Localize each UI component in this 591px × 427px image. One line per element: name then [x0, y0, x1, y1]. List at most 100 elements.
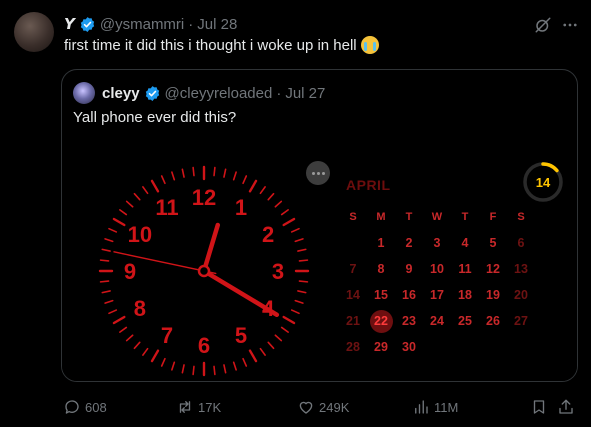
grok-icon[interactable]	[534, 16, 552, 34]
calendar-day: 17	[430, 288, 444, 302]
clock-tick	[112, 217, 126, 227]
clock-number: 5	[235, 323, 247, 348]
clock-tick	[242, 175, 248, 185]
post-date[interactable]: Jul 28	[197, 16, 237, 33]
calendar-month: APRIL	[346, 177, 391, 193]
hour-hand	[201, 268, 280, 318]
calendar-day-today: 22	[367, 308, 395, 334]
calendar-day: 3	[433, 236, 441, 250]
calendar-empty	[479, 334, 507, 360]
clock-tick	[108, 227, 118, 233]
clock-tick	[101, 248, 111, 252]
heart-icon	[299, 401, 313, 414]
clock-tick	[213, 365, 216, 376]
calendar-day: 15	[374, 288, 388, 302]
widget-options-icon	[306, 161, 330, 185]
bookmark-icon	[533, 400, 545, 414]
calendar-day: 5	[489, 236, 497, 250]
clock-tick	[181, 168, 185, 178]
clock-tick	[282, 315, 296, 325]
calendar-day: 6	[517, 236, 525, 250]
clock-tick	[259, 186, 266, 195]
clock-tick	[99, 259, 110, 262]
quoted-tweet[interactable]: cleyy @cleyyreloaded · Jul 27 Yall phone…	[61, 69, 578, 382]
tweet-text-content: first time it did this i thought i woke …	[64, 36, 357, 54]
separator-dot: ·	[188, 15, 194, 33]
repost-icon	[179, 401, 191, 413]
clock-number: 7	[161, 323, 173, 348]
calendar-day: 14	[346, 288, 360, 302]
clock-tick	[290, 309, 300, 315]
quoted-avatar[interactable]	[73, 82, 95, 104]
quoted-display-name[interactable]: cleyy	[102, 85, 140, 102]
clock-tick	[104, 238, 114, 243]
clock-tick	[171, 361, 176, 371]
calendar-day: 8	[377, 262, 385, 276]
calendar-day: 1	[377, 236, 385, 250]
clock-tick	[160, 357, 166, 367]
reply-icon	[65, 400, 79, 414]
views-button[interactable]: 11M	[412, 395, 458, 419]
calendar-day: 20	[514, 288, 528, 302]
clock-number: 11	[155, 195, 178, 220]
calendar-day: 2	[405, 236, 413, 250]
display-name[interactable]: ꓬ	[64, 15, 75, 33]
clock-center	[197, 264, 211, 278]
clock-tick	[150, 349, 160, 363]
clock-tick	[294, 238, 304, 243]
analog-clock: 121234567891011	[98, 165, 310, 377]
clock-tick	[213, 166, 216, 177]
share-icon	[559, 399, 573, 414]
clock-tick	[298, 259, 309, 262]
media-image[interactable]: 121234567891011 APRIL SMTWTFS12345678910…	[62, 158, 577, 381]
calendar-empty	[339, 230, 367, 256]
like-count: 249K	[319, 399, 350, 415]
clock-tick	[101, 290, 111, 294]
clock-number: 10	[128, 222, 152, 247]
calendar-day: 23	[402, 314, 416, 328]
calendar-weekday: T	[405, 211, 413, 223]
more-options-icon[interactable]	[561, 16, 579, 34]
calendar-day: 29	[374, 340, 388, 354]
clock-tick	[171, 171, 176, 181]
calendar-day: 25	[458, 314, 472, 328]
clock-number: 1	[235, 195, 247, 220]
like-button[interactable]: 249K	[297, 395, 349, 419]
handle[interactable]: @ysmammri	[100, 16, 184, 33]
quoted-handle[interactable]: @cleyyreloaded	[165, 85, 273, 102]
calendar-grid: S M T W T F S 1 2 3 4 5 6 7 8 9 10 11 12 13 14 15 16 17 18 19 20 21…	[339, 204, 535, 360]
clock-tick	[294, 299, 304, 304]
calendar-day: 24	[430, 314, 444, 328]
calendar-day: 11	[458, 262, 472, 276]
clock-tick	[297, 290, 307, 294]
calendar-day: 30	[402, 340, 416, 354]
clock-tick	[282, 217, 296, 227]
calendar-day: 9	[405, 262, 413, 276]
repost-button[interactable]: 17K	[176, 395, 221, 419]
avatar[interactable]	[14, 12, 54, 52]
clock-tick	[298, 280, 309, 283]
clock-tick	[290, 227, 300, 233]
tweet-text: first time it did this i thought i woke …	[64, 36, 379, 54]
calendar-day: 16	[402, 288, 416, 302]
reply-button[interactable]: 608	[63, 395, 107, 419]
calendar-day: 28	[346, 340, 360, 354]
verified-badge-icon	[144, 85, 161, 102]
clock-number: 2	[262, 222, 274, 247]
share-button[interactable]	[557, 395, 575, 419]
clock-tick	[232, 361, 237, 371]
clock-tick	[119, 209, 128, 216]
clock-tick	[192, 365, 195, 376]
clock-tick	[223, 364, 227, 374]
clock-number: 8	[134, 296, 146, 321]
clock-tick	[125, 334, 134, 342]
clock-tick	[274, 334, 283, 342]
quoted-text: Yall phone ever did this?	[73, 109, 237, 126]
calendar-empty	[451, 334, 479, 360]
calendar-day: 12	[486, 262, 500, 276]
clock-tick	[223, 168, 227, 178]
bookmark-button[interactable]	[530, 395, 548, 419]
clock-tick	[160, 175, 166, 185]
battery-ring-label: 14	[535, 174, 551, 190]
quoted-date[interactable]: Jul 27	[285, 85, 325, 102]
